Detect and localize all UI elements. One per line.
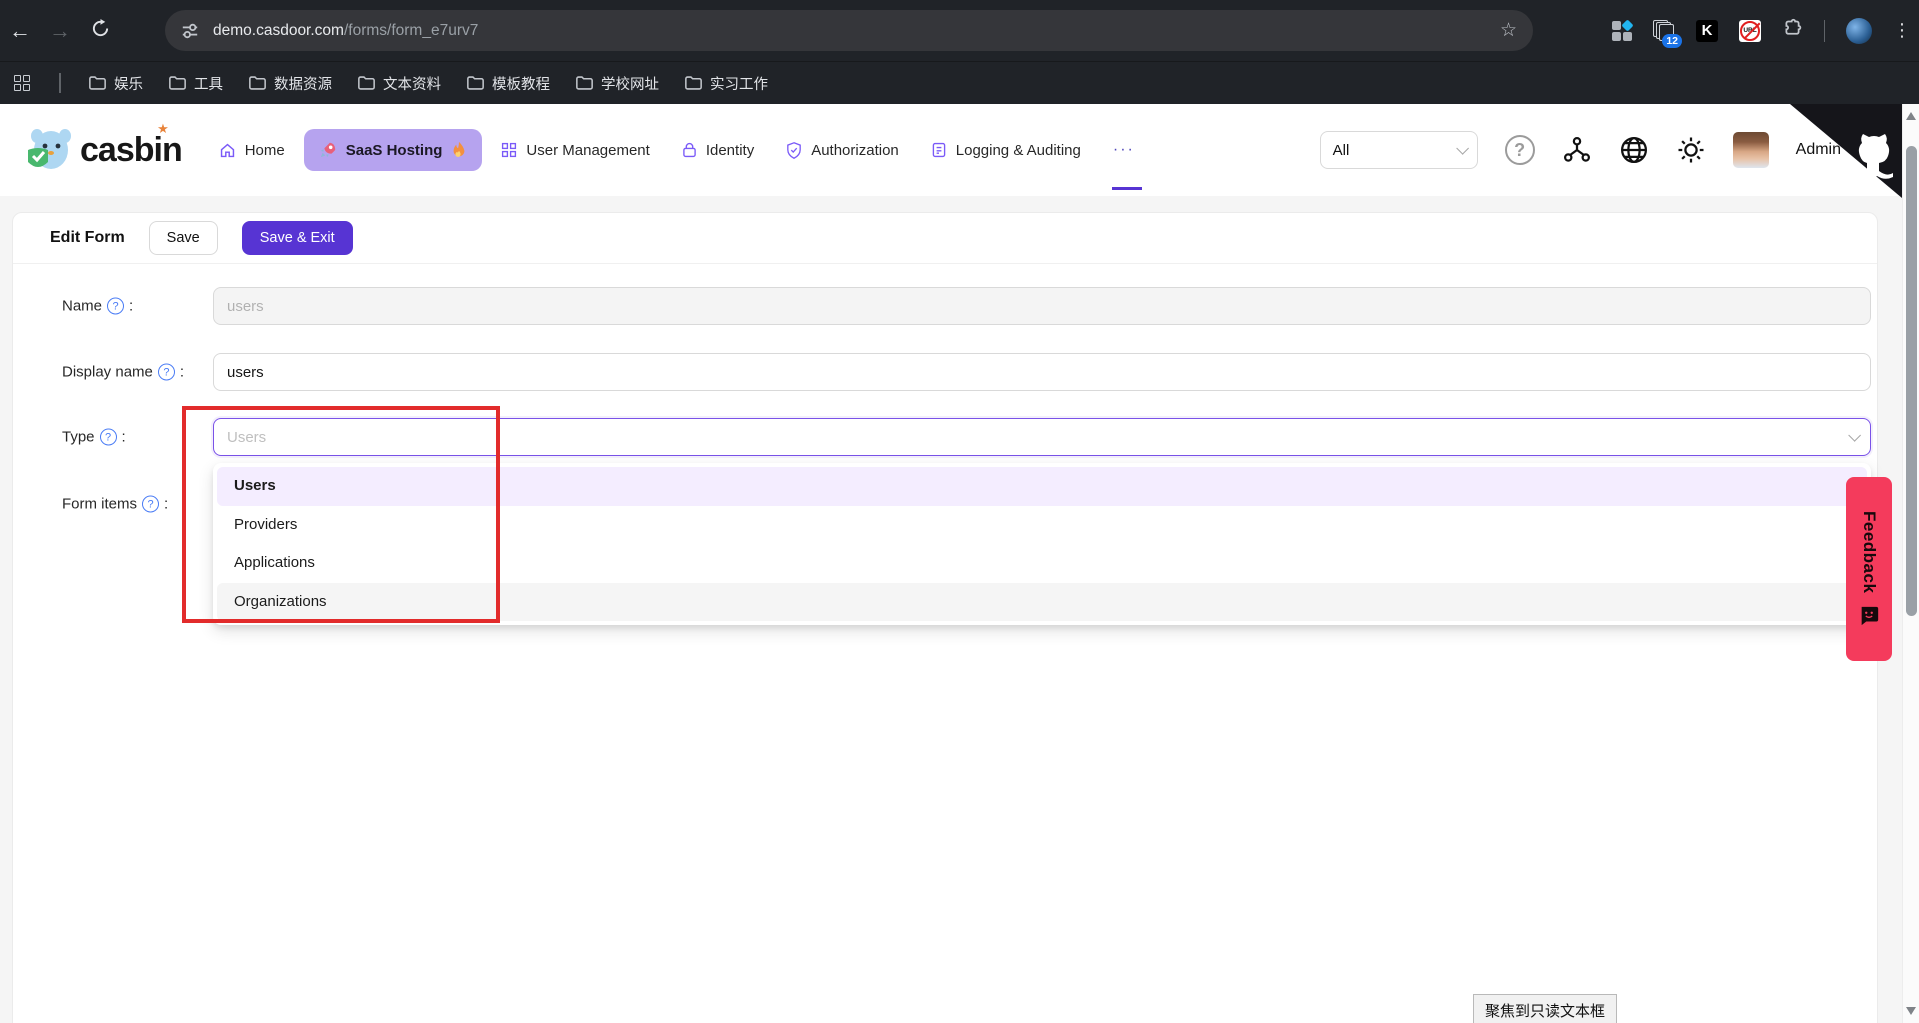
type-dropdown-panel: Users Providers Applications Organizatio…	[213, 463, 1871, 625]
theme-sun-icon[interactable]	[1676, 135, 1706, 165]
help-circle-icon[interactable]: ?	[142, 496, 159, 513]
name-label: Name?:	[62, 298, 133, 315]
bookmark-star-icon[interactable]: ☆	[1500, 19, 1517, 42]
fire-icon	[451, 141, 467, 159]
type-option-users[interactable]: Users	[217, 467, 1867, 506]
nav-user-management[interactable]: User Management	[488, 133, 662, 168]
bookmarks-bar: 娱乐 工具 数据资源 文本资料 模板教程 学校网址 实习工作	[0, 61, 1919, 104]
status-tooltip: 聚焦到只读文本框	[1473, 994, 1617, 1023]
user-avatar[interactable]	[1733, 132, 1769, 168]
help-circle-icon[interactable]: ?	[158, 364, 175, 381]
display-name-input[interactable]: users	[213, 353, 1871, 391]
logo-star-icon: ★	[157, 121, 168, 137]
grid-icon	[501, 142, 517, 158]
org-tree-icon[interactable]	[1562, 135, 1592, 165]
bookmarks-divider	[59, 73, 61, 93]
folder-icon	[685, 76, 702, 90]
bookmark-folder[interactable]: 工具	[169, 73, 223, 94]
folder-icon	[89, 76, 106, 90]
nav-home[interactable]: Home	[206, 133, 298, 168]
organization-select[interactable]: All	[1320, 131, 1478, 169]
address-bar[interactable]: demo.casdoor.com/forms/form_e7urv7 ☆	[165, 10, 1533, 51]
save-exit-button[interactable]: Save & Exit	[242, 221, 353, 255]
scrollbar-thumb[interactable]	[1906, 146, 1917, 616]
feedback-tab[interactable]: Feedback	[1846, 477, 1892, 661]
folder-icon	[249, 76, 266, 90]
tab-groups-icon[interactable]: 12	[1653, 20, 1675, 42]
chevron-down-icon	[1848, 429, 1861, 442]
scroll-up-arrow[interactable]	[1906, 112, 1916, 120]
edit-form-card: Edit Form Save Save & Exit Name?: users …	[12, 212, 1878, 1023]
back-icon[interactable]: ←	[0, 18, 40, 44]
language-globe-icon[interactable]	[1619, 135, 1649, 165]
extensions-puzzle-icon[interactable]	[1782, 18, 1803, 44]
bookmark-folder[interactable]: 学校网址	[576, 73, 659, 94]
help-icon[interactable]: ?	[1505, 135, 1535, 165]
bookmark-folder[interactable]: 数据资源	[249, 73, 332, 94]
bookmark-folder[interactable]: 娱乐	[89, 73, 143, 94]
feedback-smiley-icon	[1858, 605, 1880, 627]
audit-log-icon	[931, 142, 947, 158]
type-label: Type?:	[62, 429, 126, 446]
url-text: demo.casdoor.com/forms/form_e7urv7	[213, 22, 478, 40]
home-icon	[219, 142, 236, 159]
scroll-down-arrow[interactable]	[1906, 1007, 1916, 1015]
casbin-logo[interactable]: casbin★	[22, 124, 182, 176]
github-corner-cat[interactable]	[1790, 104, 1902, 198]
page-title: Edit Form	[50, 229, 125, 247]
save-button[interactable]: Save	[149, 221, 218, 255]
logo-text: casbin★	[80, 131, 182, 170]
k-extension-icon[interactable]: K	[1696, 20, 1718, 42]
bookmark-folder[interactable]: 文本资料	[358, 73, 441, 94]
url-blocker-extension-icon[interactable]: URL	[1739, 20, 1761, 42]
nav-logging-auditing[interactable]: Logging & Auditing	[918, 133, 1094, 168]
shield-check-icon	[786, 142, 802, 159]
app-header: casbin★ Home SaaS Hosting User Managemen…	[0, 104, 1919, 196]
folder-icon	[358, 76, 375, 90]
toolbar-divider	[1824, 20, 1825, 42]
type-option-providers[interactable]: Providers	[217, 506, 1867, 545]
browser-menu-icon[interactable]: ⋮	[1893, 20, 1911, 41]
browser-toolbar: ← → demo.casdoor.com/forms/form_e7urv7 ☆…	[0, 0, 1919, 61]
workspaces-extension-icon[interactable]	[1612, 21, 1632, 41]
folder-icon	[169, 76, 186, 90]
type-select[interactable]: Users	[213, 418, 1871, 456]
form-items-label: Form items?:	[62, 496, 168, 513]
browser-profile-avatar[interactable]	[1846, 18, 1872, 44]
type-option-organizations[interactable]: Organizations	[217, 583, 1867, 622]
active-tab-indicator	[1112, 187, 1142, 190]
tab-count-badge: 12	[1662, 34, 1682, 48]
casbin-mascot-icon	[22, 124, 74, 176]
display-name-label: Display name?:	[62, 364, 184, 381]
bookmark-folder[interactable]: 实习工作	[685, 73, 768, 94]
rocket-icon	[319, 141, 337, 159]
feedback-label: Feedback	[1859, 511, 1879, 593]
site-info-icon[interactable]	[181, 22, 199, 40]
lock-icon	[682, 142, 697, 158]
bookmark-folder[interactable]: 模板教程	[467, 73, 550, 94]
type-option-applications[interactable]: Applications	[217, 544, 1867, 583]
help-circle-icon[interactable]: ?	[107, 298, 124, 315]
main-nav: Home SaaS Hosting User Management Identi…	[206, 129, 1148, 171]
chevron-down-icon	[1456, 142, 1469, 155]
reload-icon[interactable]	[80, 18, 120, 44]
nav-saas-hosting[interactable]: SaaS Hosting	[304, 129, 483, 171]
folder-icon	[576, 76, 593, 90]
nav-authorization[interactable]: Authorization	[773, 133, 912, 168]
forward-icon[interactable]: →	[40, 18, 80, 44]
page-scrollbar[interactable]	[1902, 104, 1919, 1023]
name-input: users	[213, 287, 1871, 325]
help-circle-icon[interactable]: ?	[100, 429, 117, 446]
folder-icon	[467, 76, 484, 90]
nav-identity[interactable]: Identity	[669, 133, 767, 168]
browser-chrome: ← → demo.casdoor.com/forms/form_e7urv7 ☆…	[0, 0, 1919, 104]
apps-grid-icon[interactable]	[14, 75, 31, 92]
nav-more[interactable]: ···	[1100, 132, 1148, 168]
